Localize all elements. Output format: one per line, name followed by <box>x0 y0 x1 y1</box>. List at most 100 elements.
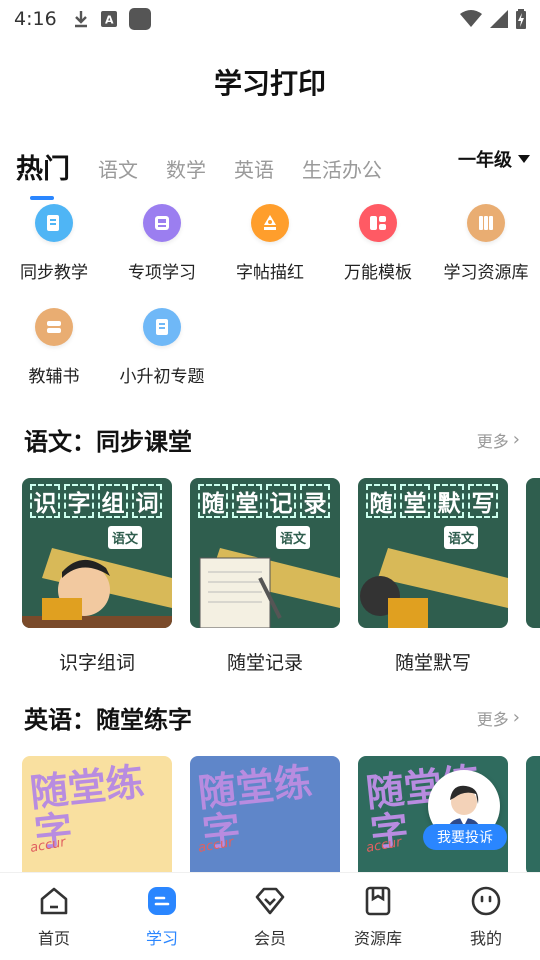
nav-label: 会员 <box>253 929 286 948</box>
student-illustration-icon <box>22 548 172 628</box>
card-label: 随堂记录 <box>226 652 303 674</box>
more-link[interactable]: 更多 › <box>477 706 520 730</box>
tool-middle-school-prep[interactable]: 小升初专题 <box>108 304 216 408</box>
board-char: 词 <box>132 484 162 518</box>
board-title: 随 堂 记 录 <box>198 484 332 520</box>
status-bar: 4:16 A <box>0 0 540 38</box>
nav-study[interactable]: 学习 <box>108 873 216 960</box>
complaint-button[interactable]: 我要投诉 <box>423 824 507 850</box>
page-title: 学习打印 <box>213 67 326 100</box>
tool-label: 同步教学 <box>20 263 88 283</box>
wifi-icon <box>460 10 482 27</box>
board-char: 组 <box>98 484 128 518</box>
tab-english[interactable]: 英语 <box>234 150 274 190</box>
tool-grid: 同步教学 专项学习 字帖描红 万能模板 学习资源库 教辅书 小升初专题 <box>0 200 540 408</box>
nav-membership[interactable]: 会员 <box>216 873 324 960</box>
card-english-handwriting-2[interactable]: 随堂练字 accur <box>190 756 340 876</box>
board-char: 记 <box>266 484 296 518</box>
smiley-icon <box>471 886 501 916</box>
board-char: 随 <box>198 484 228 518</box>
dropdown-arrow-icon <box>518 155 530 163</box>
card-partial <box>526 756 540 876</box>
battery-icon <box>516 9 526 29</box>
grade-value: 一年级 <box>458 150 512 171</box>
notification-icons: A <box>73 8 151 30</box>
scroll-icon <box>143 308 181 346</box>
tab-hot[interactable]: 热门 <box>16 150 70 200</box>
tool-special-study[interactable]: 专项学习 <box>108 200 216 304</box>
tool-tutorial-books[interactable]: 教辅书 <box>0 304 108 408</box>
board-title: 随 堂 默 写 <box>366 484 500 520</box>
document-icon <box>35 204 73 242</box>
pen-nib-icon <box>251 204 289 242</box>
tool-label: 专项学习 <box>128 263 196 283</box>
nav-label: 首页 <box>37 929 70 948</box>
section-title: 英语：随堂练字 <box>24 706 192 734</box>
app-square-icon <box>128 8 151 30</box>
nav-home[interactable]: 首页 <box>0 873 108 960</box>
tab-label: 热门 <box>16 154 70 185</box>
board-char: 堂 <box>400 484 430 518</box>
tab-life-office[interactable]: 生活办公 <box>302 150 382 190</box>
chinese-card-list: 识 字 组 词 语文 识字组词 随 堂 记 录 语文 随堂记录 随 堂 默 写 … <box>22 478 540 675</box>
chevron-right-icon: › <box>512 707 520 728</box>
section-title: 语文：同步课堂 <box>24 428 192 456</box>
diamond-icon <box>255 887 285 915</box>
more-label: 更多 <box>476 431 509 451</box>
board-char: 录 <box>300 484 330 518</box>
card-literacy[interactable]: 识 字 组 词 语文 识字组词 <box>22 478 172 675</box>
tool-label: 学习资源库 <box>443 263 529 283</box>
card-english-handwriting-1[interactable]: 随堂练字 accur <box>22 756 172 876</box>
board-char: 随 <box>366 484 396 518</box>
nav-label: 资源库 <box>353 929 402 948</box>
template-icon <box>359 204 397 242</box>
more-label: 更多 <box>476 709 509 729</box>
board-char: 识 <box>30 484 60 518</box>
book-stack-icon <box>35 308 73 346</box>
board-title: 识 字 组 词 <box>30 484 164 520</box>
board-char: 字 <box>64 484 94 518</box>
board-char: 写 <box>468 484 498 518</box>
board-char: 默 <box>434 484 464 518</box>
board-char: 堂 <box>232 484 262 518</box>
tool-label: 万能模板 <box>344 263 412 283</box>
card-label: 识字组词 <box>58 652 135 674</box>
home-icon <box>40 887 68 915</box>
card-thumbnail: 识 字 组 词 语文 <box>22 478 172 628</box>
section-chinese-header: 语文：同步课堂 更多 › <box>24 422 520 457</box>
category-tabs: 热门 语文 数学 英语 生活办公 <box>16 140 524 200</box>
tool-resource-library[interactable]: 学习资源库 <box>432 200 540 304</box>
more-link[interactable]: 更多 › <box>477 428 520 452</box>
tab-math[interactable]: 数学 <box>166 150 206 190</box>
bottom-nav: 首页 学习 会员 资源库 我的 <box>0 872 540 960</box>
nav-resources[interactable]: 资源库 <box>324 873 432 960</box>
books-icon <box>467 204 505 242</box>
tool-sync-teaching[interactable]: 同步教学 <box>0 200 108 304</box>
signal-icon <box>490 10 508 28</box>
nav-profile[interactable]: 我的 <box>432 873 540 960</box>
card-class-notes[interactable]: 随 堂 记 录 语文 随堂记录 <box>190 478 340 675</box>
font-app-icon: A <box>100 11 117 27</box>
grade-dropdown[interactable]: 一年级 <box>458 146 530 172</box>
tab-chinese[interactable]: 语文 <box>98 150 138 190</box>
tool-label: 字帖描红 <box>236 263 304 283</box>
section-english-header: 英语：随堂练字 更多 › <box>24 700 520 735</box>
download-icon <box>74 11 87 28</box>
notebook-illustration-icon <box>199 548 340 628</box>
card-label: 随堂默写 <box>394 652 471 674</box>
tool-templates[interactable]: 万能模板 <box>324 200 432 304</box>
study-icon <box>148 887 176 915</box>
card-thumbnail: 随 堂 记 录 语文 <box>190 478 340 628</box>
tool-copybook[interactable]: 字帖描红 <box>216 200 324 304</box>
archive-icon <box>365 886 391 916</box>
tray-icon <box>143 204 181 242</box>
tool-label: 教辅书 <box>28 367 80 387</box>
card-dictation[interactable]: 随 堂 默 写 语文 随堂默写 <box>358 478 508 675</box>
card-partial <box>526 478 540 628</box>
nav-label: 学习 <box>145 929 178 948</box>
student-writing-illustration-icon <box>360 548 508 628</box>
card-thumbnail: 随 堂 默 写 语文 <box>358 478 508 628</box>
status-time: 4:16 <box>14 8 57 30</box>
svg-text:A: A <box>105 14 114 27</box>
system-icons <box>460 9 526 29</box>
